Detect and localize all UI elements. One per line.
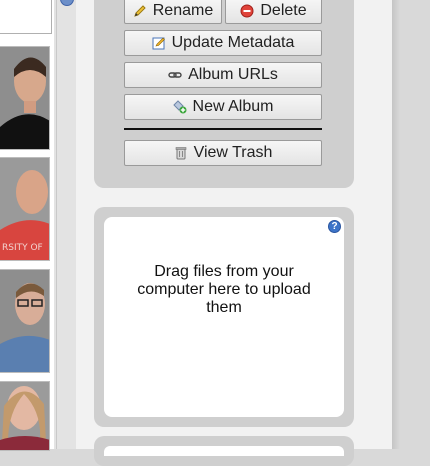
next-panel-content <box>104 446 344 456</box>
pencil-icon <box>133 4 147 18</box>
link-icon <box>168 68 182 82</box>
upload-dropzone[interactable]: Drag files from your computer here to up… <box>104 217 344 417</box>
trash-icon <box>174 146 188 160</box>
rename-label: Rename <box>152 2 214 19</box>
new-album-label: New Album <box>192 98 274 115</box>
view-trash-button[interactable]: View Trash <box>124 140 322 166</box>
thumbnail-strip-top <box>0 0 52 34</box>
update-metadata-label: Update Metadata <box>171 34 295 51</box>
delete-button[interactable]: Delete <box>225 0 322 24</box>
view-trash-label: View Trash <box>193 144 273 161</box>
album-urls-label: Album URLs <box>188 66 278 83</box>
photo-thumbnail[interactable] <box>0 381 50 451</box>
delete-label: Delete <box>260 2 307 19</box>
update-metadata-button[interactable]: Update Metadata <box>124 30 322 56</box>
album-urls-button[interactable]: Album URLs <box>124 62 322 88</box>
new-album-icon <box>172 100 187 114</box>
edit-document-icon <box>152 36 166 50</box>
dropzone-text: Drag files from your computer here to up… <box>137 263 311 316</box>
thumbnail-column: RSITY OF <box>0 0 54 451</box>
photo-thumbnail[interactable]: RSITY OF <box>0 157 50 261</box>
actions-separator <box>124 128 322 130</box>
new-album-button[interactable]: New Album <box>124 94 322 120</box>
delete-icon <box>240 4 254 18</box>
panel-shadow <box>392 0 400 449</box>
photo-thumbnail[interactable] <box>0 46 50 150</box>
rename-button[interactable]: Rename <box>124 0 222 24</box>
panel-divider <box>54 0 76 449</box>
photo-thumbnail[interactable] <box>0 269 50 373</box>
svg-text:RSITY OF: RSITY OF <box>2 243 43 253</box>
panel-divider-line <box>56 0 57 449</box>
help-icon[interactable]: ? <box>328 220 341 233</box>
